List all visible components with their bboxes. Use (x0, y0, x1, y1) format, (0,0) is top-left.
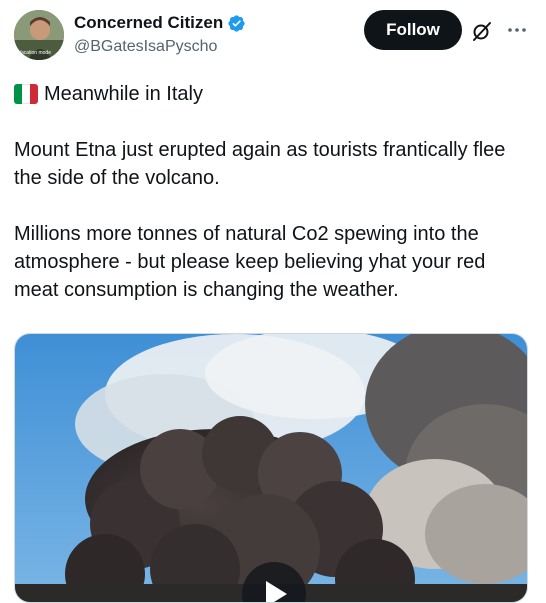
author-display-name-row[interactable]: Concerned Citizen (74, 12, 246, 34)
avatar-caption: Vacation mode (18, 50, 51, 56)
avatar-image: Vacation mode (14, 10, 64, 60)
tweet-line-country: Meanwhile in Italy (14, 80, 532, 108)
tweet-paragraph-2: Millions more tonnes of natural Co2 spew… (14, 223, 486, 301)
grok-slash-icon[interactable] (470, 19, 494, 43)
more-horizontal-icon[interactable] (506, 19, 528, 41)
avatar[interactable]: Vacation mode (14, 10, 64, 60)
play-icon (266, 581, 287, 602)
tweet-video[interactable] (14, 333, 528, 603)
italy-flag-icon (14, 84, 38, 104)
author-display-name[interactable]: Concerned Citizen (74, 12, 223, 34)
follow-button[interactable]: Follow (364, 10, 462, 50)
tweet-text: Meanwhile in Italy Mount Etna just erupt… (14, 80, 532, 304)
tweet-line1: Meanwhile in Italy (44, 83, 203, 105)
tweet-paragraph-1: Mount Etna just erupted again as tourist… (14, 139, 506, 189)
verified-badge-icon (228, 14, 245, 32)
author-handle[interactable]: @BGatesIsaPyscho (74, 37, 217, 57)
